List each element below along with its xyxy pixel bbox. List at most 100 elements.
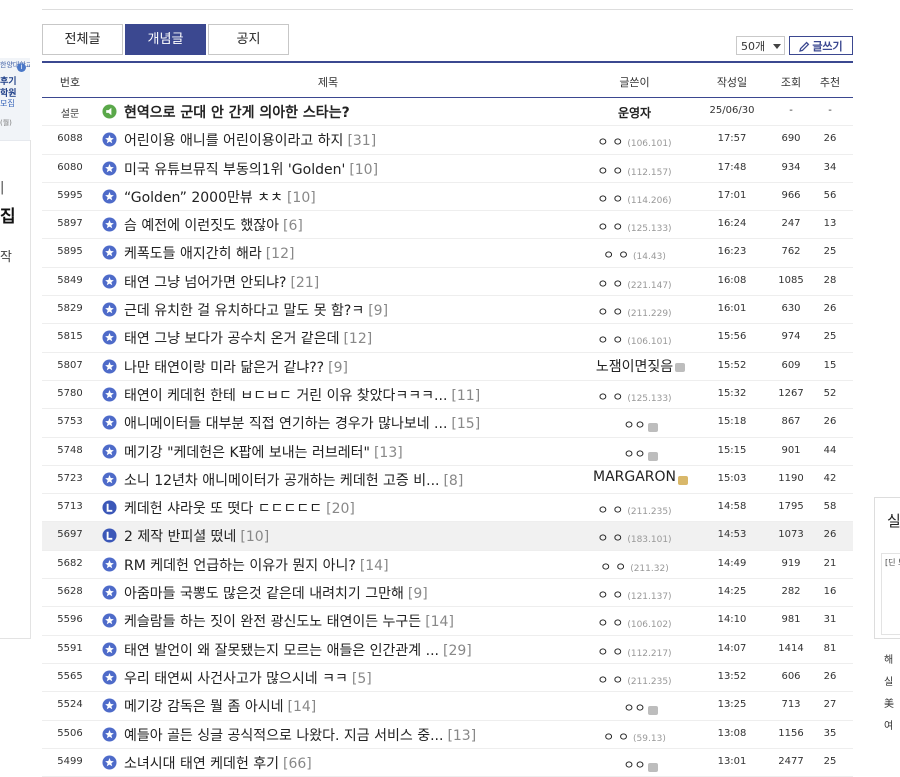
side-line[interactable]: 美: [884, 694, 894, 716]
post-title-link[interactable]: 미국 유튜브뮤직 부동의1위 'Golden' [10]: [124, 159, 378, 179]
comment-count[interactable]: [31]: [347, 133, 376, 149]
comment-count[interactable]: [14]: [360, 558, 389, 574]
post-writer[interactable]: ㅇ ㅇ (112.217): [582, 643, 687, 660]
post-title-link[interactable]: 슴 예전에 이런짓도 했잖아 [6]: [124, 215, 303, 235]
tab-notice[interactable]: 공지: [208, 24, 289, 55]
post-writer[interactable]: ㅇㅇ: [582, 699, 687, 716]
comment-count[interactable]: [14]: [287, 699, 316, 715]
post-title-link[interactable]: 2 제작 반피셜 떴네 [10]: [124, 526, 269, 546]
post-title-link[interactable]: 아줌마들 국뽕도 많은것 같은데 내려치기 그만해 [9]: [124, 583, 428, 603]
table-row[interactable]: 5591 태연 발언이 왜 잘못됐는지 모르는 애들은 인간관계 ... [29] ㅇ…: [42, 636, 853, 664]
post-writer[interactable]: 운영자: [582, 104, 687, 121]
comment-count[interactable]: [13]: [447, 728, 476, 744]
comment-count[interactable]: [29]: [443, 643, 472, 659]
comment-count[interactable]: [6]: [283, 218, 303, 234]
comment-count[interactable]: [15]: [451, 416, 480, 432]
post-title-link[interactable]: 근데 유치한 걸 유치하다고 말도 못 함?ㅋ [9]: [124, 300, 388, 320]
left-ad-banner[interactable]: 한양대학교 i 후기 학원 모집 (월): [0, 58, 30, 141]
comment-count[interactable]: [5]: [352, 671, 372, 687]
comment-count[interactable]: [66]: [283, 756, 312, 772]
post-writer[interactable]: ㅇ ㅇ (183.101): [582, 529, 687, 546]
post-writer[interactable]: ㅇ ㅇ (114.206): [582, 190, 687, 207]
post-writer[interactable]: ㅇ ㅇ (211.235): [582, 671, 687, 688]
table-row[interactable]: 5780 태연이 케데헌 한테 ㅂㄷㅂㄷ 거린 이유 찾았다ㅋㅋㅋ... [11] ㅇ…: [42, 381, 853, 410]
comment-count[interactable]: [14]: [425, 614, 454, 630]
post-title-link[interactable]: 태연 그냥 넘어가면 안되냐? [21]: [124, 272, 319, 292]
post-title-link[interactable]: 현역으로 군대 안 간게 의아한 스타는?: [124, 102, 350, 122]
comment-count[interactable]: [12]: [343, 331, 372, 347]
post-writer[interactable]: ㅇ ㅇ (121.137): [582, 586, 687, 603]
table-row[interactable]: 5713 케데헌 샤라웃 또 떳다 ㄷㄷㄷㄷㄷ [20] ㅇ ㅇ (211.235) 14…: [42, 494, 853, 523]
comment-count[interactable]: [9]: [408, 586, 428, 602]
post-writer[interactable]: ㅇㅇ: [582, 445, 687, 462]
table-row[interactable]: 5753 애니메이터들 대부분 직접 연기하는 경우가 많나보네 ... [15] ㅇ…: [42, 409, 853, 438]
post-title-link[interactable]: 예들아 골든 싱글 공식적으로 나왔다. 지금 서비스 중... [13]: [124, 725, 476, 745]
side-line[interactable]: 실: [884, 672, 894, 694]
table-row[interactable]: 5995 “Golden” 2000만뷰 ㅊㅊ [10] ㅇ ㅇ (114.206) 17…: [42, 183, 853, 212]
write-button[interactable]: 글쓰기: [789, 36, 853, 55]
tab-all[interactable]: 전체글: [42, 24, 123, 55]
post-writer[interactable]: ㅇ ㅇ (106.101): [582, 133, 687, 150]
post-title-link[interactable]: 애니메이터들 대부분 직접 연기하는 경우가 많나보네 ... [15]: [124, 413, 480, 433]
table-row[interactable]: 5499 소녀시대 태연 케데헌 후기 [66] ㅇㅇ 13:01 2477 25: [42, 749, 853, 777]
post-title-link[interactable]: 태연 그냥 보다가 공수치 온거 같은데 [12]: [124, 328, 372, 348]
post-writer[interactable]: ㅇ ㅇ (106.101): [582, 331, 687, 348]
table-row[interactable]: 6080 미국 유튜브뮤직 부동의1위 'Golden' [10] ㅇ ㅇ (112.1…: [42, 155, 853, 183]
comment-count[interactable]: [10]: [349, 162, 378, 178]
post-writer[interactable]: ㅇ ㅇ (14.43): [582, 246, 687, 263]
comment-count[interactable]: [9]: [328, 360, 348, 376]
comment-count[interactable]: [12]: [266, 246, 295, 262]
table-row[interactable]: 5849 태연 그냥 넘어가면 안되냐? [21] ㅇ ㅇ (221.147) 16:08…: [42, 268, 853, 297]
table-row[interactable]: 5748 메기강 "케데헌은 K팝에 보내는 러브레터" [13] ㅇㅇ 15:15 90…: [42, 438, 853, 466]
post-title-link[interactable]: 나만 태연이랑 미라 닮은거 같냐?? [9]: [124, 357, 348, 377]
table-row[interactable]: 5895 케폭도들 애지간히 해라 [12] ㅇ ㅇ (14.43) 16:23 762 25: [42, 239, 853, 268]
table-row[interactable]: 5628 아줌마들 국뽕도 많은것 같은데 내려치기 그만해 [9] ㅇ ㅇ (121.…: [42, 579, 853, 608]
post-writer[interactable]: ㅇㅇ: [582, 756, 687, 773]
comment-count[interactable]: [10]: [240, 529, 269, 545]
table-row[interactable]: 5815 태연 그냥 보다가 공수치 온거 같은데 [12] ㅇ ㅇ (106.101)…: [42, 324, 853, 353]
post-writer[interactable]: ㅇ ㅇ (59.13): [582, 728, 687, 745]
post-title-link[interactable]: 케슬람들 하는 짓이 완전 광신도노 태연이든 누구든 [14]: [124, 611, 454, 631]
post-writer[interactable]: ㅇ ㅇ (125.133): [582, 218, 687, 235]
per-page-select[interactable]: 50개: [736, 36, 785, 55]
notice-row[interactable]: 설문 현역으로 군대 안 간게 의아한 스타는? 운영자 25/06/30 - -: [42, 98, 853, 127]
post-writer[interactable]: 노잼이면짖음: [582, 356, 687, 376]
post-title-link[interactable]: 케폭도들 애지간히 해라 [12]: [124, 243, 294, 263]
post-writer[interactable]: ㅇ ㅇ (211.235): [582, 501, 687, 518]
post-writer[interactable]: ㅇ ㅇ (106.102): [582, 614, 687, 631]
post-title-link[interactable]: 우리 태연씨 사건사고가 많으시네 ㅋㅋ [5]: [124, 668, 372, 688]
table-row[interactable]: 5723 소니 12년차 애니메이터가 공개하는 케데헌 고증 비... [8] MA…: [42, 466, 853, 495]
side-line[interactable]: 해: [884, 650, 894, 672]
side-line[interactable]: 여: [884, 716, 894, 738]
table-row[interactable]: 5565 우리 태연씨 사건사고가 많으시네 ㅋㅋ [5] ㅇ ㅇ (211.235) 1…: [42, 664, 853, 693]
post-writer[interactable]: ㅇ ㅇ (112.157): [582, 162, 687, 179]
post-writer[interactable]: MARGARON: [582, 469, 689, 485]
tab-concept[interactable]: 개념글: [125, 24, 206, 55]
post-title-link[interactable]: RM 케데헌 언급하는 이유가 뭔지 아니? [14]: [124, 555, 389, 575]
table-row[interactable]: 5807 나만 태연이랑 미라 닮은거 같냐?? [9] 노잼이면짖음 15:52 609…: [42, 353, 853, 381]
table-row[interactable]: 5682 RM 케데헌 언급하는 이유가 뭔지 아니? [14] ㅇ ㅇ (211.32…: [42, 551, 853, 580]
comment-count[interactable]: [20]: [326, 501, 355, 517]
table-row[interactable]: 6088 어린이용 애니를 어린이용이라고 하지 [31] ㅇ ㅇ (106.101) 1…: [42, 126, 853, 155]
comment-count[interactable]: [10]: [287, 190, 316, 206]
post-title-link[interactable]: 소니 12년차 애니메이터가 공개하는 케데헌 고증 비... [8]: [124, 470, 463, 490]
post-title-link[interactable]: 메기강 "케데헌은 K팝에 보내는 러브레터" [13]: [124, 442, 403, 462]
table-row[interactable]: 5524 메기강 감독은 뭘 좀 아시네 [14] ㅇㅇ 13:25 713 27: [42, 692, 853, 721]
comment-count[interactable]: [11]: [451, 388, 480, 404]
post-title-link[interactable]: 메기강 감독은 뭘 좀 아시네 [14]: [124, 696, 316, 716]
table-row[interactable]: 5506 예들아 골든 싱글 공식적으로 나왔다. 지금 서비스 중... [13]…: [42, 721, 853, 749]
comment-count[interactable]: [9]: [368, 303, 388, 319]
table-row[interactable]: 5697 2 제작 반피셜 떴네 [10] ㅇ ㅇ (183.101) 14:53 1073…: [42, 522, 853, 551]
table-row[interactable]: 5829 근데 유치한 걸 유치하다고 말도 못 함?ㅋ [9] ㅇ ㅇ (211.22…: [42, 296, 853, 325]
post-writer[interactable]: ㅇ ㅇ (211.229): [582, 303, 687, 320]
post-writer[interactable]: ㅇㅇ: [582, 416, 687, 433]
post-title-link[interactable]: 태연 발언이 왜 잘못됐는지 모르는 애들은 인간관계 ... [29]: [124, 640, 472, 660]
table-row[interactable]: 5596 케슬람들 하는 짓이 완전 광신도노 태연이든 누구든 [14] ㅇ ㅇ (1…: [42, 607, 853, 636]
widget-card[interactable]: [딘 보 다: [881, 553, 900, 635]
comment-count[interactable]: [13]: [374, 445, 403, 461]
post-writer[interactable]: ㅇ ㅇ (211.32): [582, 558, 687, 575]
comment-count[interactable]: [8]: [443, 473, 463, 489]
post-title-link[interactable]: 소녀시대 태연 케데헌 후기 [66]: [124, 753, 312, 773]
table-row[interactable]: 5897 슴 예전에 이런짓도 했잖아 [6] ㅇ ㅇ (125.133) 16:24 24…: [42, 211, 853, 240]
post-title-link[interactable]: 케데헌 샤라웃 또 떳다 ㄷㄷㄷㄷㄷ [20]: [124, 498, 355, 518]
